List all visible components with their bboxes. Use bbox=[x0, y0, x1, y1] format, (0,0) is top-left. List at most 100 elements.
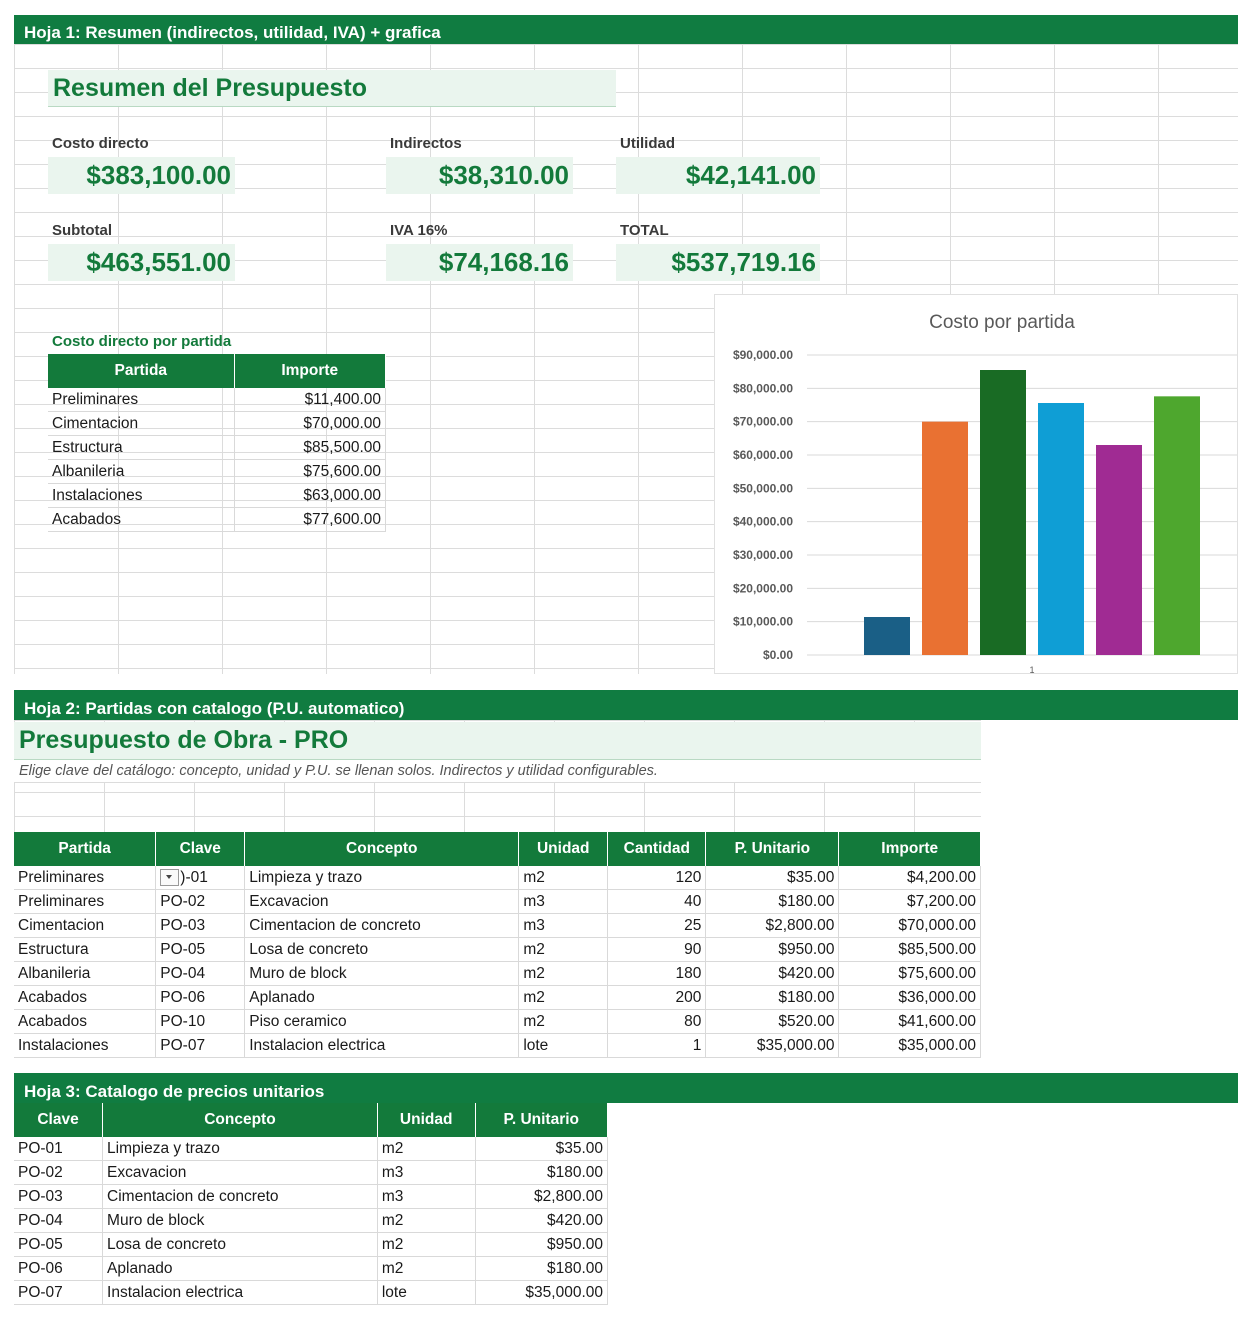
table-cell[interactable]: $2,800.00 bbox=[475, 1184, 609, 1209]
table-cell[interactable]: Losa de concreto bbox=[244, 937, 520, 962]
table-cell[interactable]: 180 bbox=[607, 961, 707, 986]
table-cell[interactable]: m2 bbox=[518, 937, 609, 962]
table-cell[interactable]: PO-04 bbox=[155, 961, 246, 986]
table-cell[interactable]: $35,000.00 bbox=[475, 1280, 609, 1305]
table-cell[interactable]: PO-07 bbox=[155, 1033, 246, 1058]
table-cell[interactable]: Acabados bbox=[48, 507, 235, 532]
bar[interactable] bbox=[1154, 396, 1200, 655]
table-cell[interactable]: Preliminares bbox=[14, 889, 157, 914]
table-cell[interactable]: $420.00 bbox=[705, 961, 840, 986]
col-header[interactable]: P. Unitario bbox=[475, 1103, 609, 1137]
table-cell[interactable]: $41,600.00 bbox=[838, 1009, 981, 1034]
col-header[interactable]: Clave bbox=[155, 832, 246, 866]
table-cell[interactable]: $180.00 bbox=[705, 889, 840, 914]
table-cell[interactable]: PO-03 bbox=[14, 1184, 104, 1209]
table-cell[interactable]: $180.00 bbox=[475, 1256, 609, 1281]
table-cell[interactable]: m2 bbox=[377, 1137, 476, 1161]
table-cell[interactable]: $36,000.00 bbox=[838, 985, 981, 1010]
table-cell[interactable]: $180.00 bbox=[705, 985, 840, 1010]
table-cell[interactable]: PO-04 bbox=[14, 1208, 104, 1233]
table-cell[interactable]: $75,600.00 bbox=[838, 961, 981, 986]
dropdown-arrow-icon[interactable] bbox=[160, 868, 180, 886]
table-cell[interactable]: lote bbox=[518, 1033, 609, 1058]
table-cell[interactable]: 80 bbox=[607, 1009, 707, 1034]
col-header[interactable]: Concepto bbox=[244, 832, 520, 866]
table-cell[interactable]: m3 bbox=[377, 1160, 476, 1185]
bar[interactable] bbox=[922, 421, 968, 655]
table-cell[interactable]: m3 bbox=[518, 889, 609, 914]
table-cell[interactable]: $63,000.00 bbox=[234, 483, 387, 508]
table-cell[interactable]: 25 bbox=[607, 913, 707, 938]
col-header[interactable]: Importe bbox=[234, 354, 387, 388]
table-cell[interactable]: Cimentacion bbox=[14, 913, 157, 938]
table-cell[interactable]: Estructura bbox=[48, 435, 235, 460]
table-cell[interactable]: Preliminares bbox=[48, 388, 235, 412]
table-cell[interactable]: 40 bbox=[607, 889, 707, 914]
table-cell[interactable]: 90 bbox=[607, 937, 707, 962]
table-cell[interactable]: Cimentacion de concreto bbox=[244, 913, 520, 938]
table-cell[interactable]: $70,000.00 bbox=[234, 411, 387, 436]
table-cell[interactable]: lote bbox=[377, 1280, 476, 1305]
table-cell[interactable]: PO-07 bbox=[14, 1280, 104, 1305]
table-cell[interactable]: $35.00 bbox=[705, 866, 840, 890]
table-cell[interactable]: Muro de block bbox=[102, 1208, 378, 1233]
table-cell[interactable]: Excavacion bbox=[244, 889, 520, 914]
table-cell[interactable]: $35,000.00 bbox=[838, 1033, 981, 1058]
table-cell[interactable]: $520.00 bbox=[705, 1009, 840, 1034]
table-cell[interactable]: $77,600.00 bbox=[234, 507, 387, 532]
col-header[interactable]: Partida bbox=[14, 832, 157, 866]
table-cell[interactable]: Acabados bbox=[14, 985, 157, 1010]
table-cell[interactable]: Instalacion electrica bbox=[102, 1280, 378, 1305]
table-cell[interactable]: Piso ceramico bbox=[244, 1009, 520, 1034]
table-cell[interactable]: $75,600.00 bbox=[234, 459, 387, 484]
table-cell[interactable]: $7,200.00 bbox=[838, 889, 981, 914]
table-cell[interactable]: PO-06 bbox=[14, 1256, 104, 1281]
table-cell[interactable]: Albanileria bbox=[14, 961, 157, 986]
table-cell[interactable]: m2 bbox=[518, 961, 609, 986]
table-cell[interactable]: $85,500.00 bbox=[838, 937, 981, 962]
table-cell[interactable]: m2 bbox=[518, 866, 609, 890]
table-cell[interactable]: Preliminares bbox=[14, 866, 157, 890]
table-cell[interactable]: PO-06 bbox=[155, 985, 246, 1010]
bar[interactable] bbox=[1038, 403, 1084, 655]
bar[interactable] bbox=[864, 617, 910, 655]
table-cell[interactable]: m3 bbox=[377, 1184, 476, 1209]
table-cell[interactable]: $70,000.00 bbox=[838, 913, 981, 938]
table-cell[interactable]: Aplanado bbox=[244, 985, 520, 1010]
table-cell[interactable]: PO-05 bbox=[155, 937, 246, 962]
bar[interactable] bbox=[1096, 445, 1142, 655]
col-header[interactable]: Cantidad bbox=[607, 832, 707, 866]
col-header[interactable]: Concepto bbox=[102, 1103, 378, 1137]
table-cell[interactable]: PO-05 bbox=[14, 1232, 104, 1257]
table-cell[interactable]: $4,200.00 bbox=[838, 866, 981, 890]
table-cell[interactable]: 200 bbox=[607, 985, 707, 1010]
table-cell[interactable]: $950.00 bbox=[705, 937, 840, 962]
table-cell[interactable]: $2,800.00 bbox=[705, 913, 840, 938]
table-cell[interactable]: Albanileria bbox=[48, 459, 235, 484]
table-cell[interactable]: Muro de block bbox=[244, 961, 520, 986]
col-header[interactable]: Unidad bbox=[377, 1103, 476, 1137]
col-header[interactable]: Importe bbox=[838, 832, 981, 866]
table-cell[interactable]: Cimentacion de concreto bbox=[102, 1184, 378, 1209]
col-header[interactable]: Unidad bbox=[518, 832, 609, 866]
table-cell[interactable]: PO-01 bbox=[14, 1137, 104, 1161]
table-cell[interactable]: Excavacion bbox=[102, 1160, 378, 1185]
table-cell[interactable]: Instalacion electrica bbox=[244, 1033, 520, 1058]
table-cell[interactable]: $420.00 bbox=[475, 1208, 609, 1233]
table-cell[interactable]: PO-10 bbox=[155, 1009, 246, 1034]
table-cell[interactable]: Aplanado bbox=[102, 1256, 378, 1281]
table-cell[interactable]: Instalaciones bbox=[14, 1033, 157, 1058]
table-cell[interactable]: )-01 bbox=[155, 866, 246, 890]
table-cell[interactable]: 1 bbox=[607, 1033, 707, 1058]
col-header[interactable]: P. Unitario bbox=[705, 832, 840, 866]
table-cell[interactable]: Losa de concreto bbox=[102, 1232, 378, 1257]
table-cell[interactable]: PO-03 bbox=[155, 913, 246, 938]
table-cell[interactable]: $11,400.00 bbox=[234, 388, 387, 412]
table-cell[interactable]: $35.00 bbox=[475, 1137, 609, 1161]
table-cell[interactable]: Limpieza y trazo bbox=[102, 1137, 378, 1161]
table-cell[interactable]: m2 bbox=[377, 1256, 476, 1281]
table-cell[interactable]: $950.00 bbox=[475, 1232, 609, 1257]
table-cell[interactable]: $180.00 bbox=[475, 1160, 609, 1185]
table-cell[interactable]: m2 bbox=[518, 1009, 609, 1034]
col-header[interactable]: Clave bbox=[14, 1103, 104, 1137]
